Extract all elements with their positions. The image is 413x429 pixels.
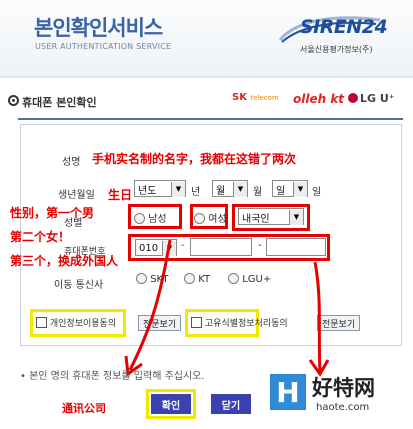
close-button[interactable]: 닫기 (211, 394, 251, 414)
notice-text: • 본인 명의 휴대폰 정보를 입력해 주십시오. (20, 371, 205, 382)
annotation-carrier: 通讯公司 (62, 402, 106, 415)
watermark-url: haote.com (316, 402, 370, 413)
annotation-arrows (124, 239, 330, 377)
confirm-button[interactable]: 확인 (151, 394, 191, 414)
watermark-logo-icon: H (270, 374, 306, 410)
watermark-text: 好特网 (312, 376, 375, 400)
watermark: H 好特网 haote.com (270, 372, 410, 424)
